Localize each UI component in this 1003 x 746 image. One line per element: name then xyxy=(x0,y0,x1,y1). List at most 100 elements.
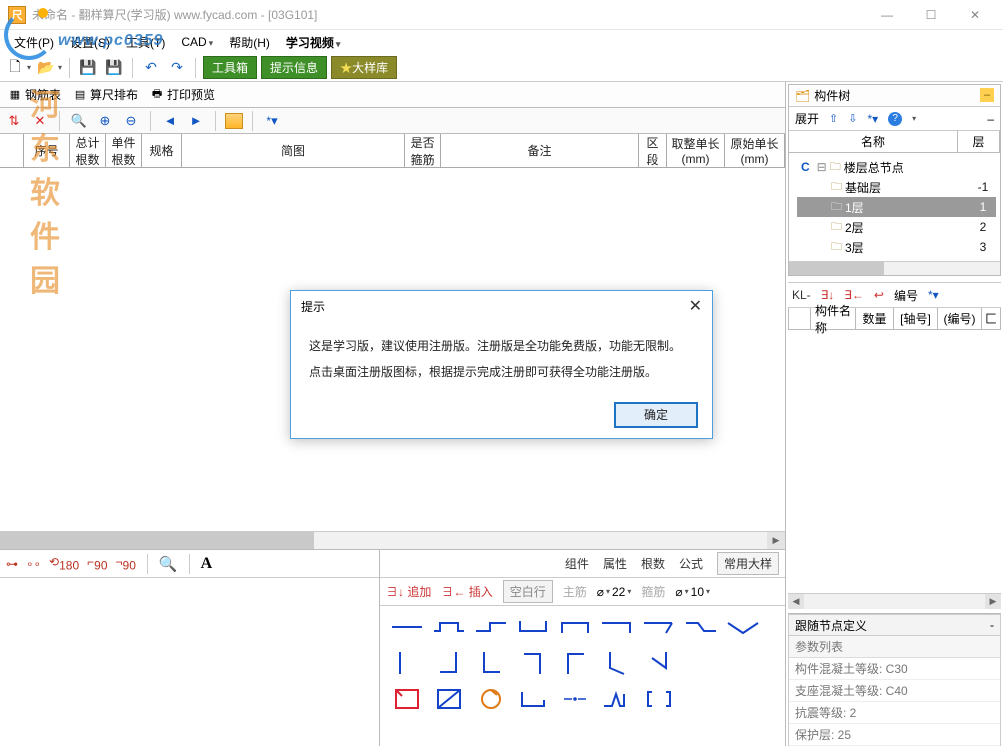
append-button[interactable]: ∃↓ 追加 xyxy=(386,583,431,600)
tree-item-floor3[interactable]: 🗀3层3 xyxy=(797,237,996,257)
kl-star-dropdown[interactable]: *▾ xyxy=(928,288,939,302)
menu-help[interactable]: 帮助(H) xyxy=(221,31,278,54)
kl-scrollbar[interactable]: ◀▶ xyxy=(788,593,1001,609)
tab-count[interactable]: 根数 xyxy=(641,555,665,572)
save-as-icon[interactable]: 💾 xyxy=(103,57,125,79)
node-icon-2[interactable]: ∘∘ xyxy=(26,557,41,571)
save-icon[interactable]: 💾 xyxy=(77,57,99,79)
dialog-line2: 点击桌面注册版图标，根据提示完成注册即可获得全功能注册版。 xyxy=(309,359,694,385)
angle-90a[interactable]: ⌐90 xyxy=(87,555,107,572)
close-button[interactable]: ✕ xyxy=(955,3,995,27)
shape-u[interactable] xyxy=(512,612,554,642)
angle-180[interactable]: ⟲180 xyxy=(49,555,79,572)
hint-info-button[interactable]: 提示信息 xyxy=(261,56,327,79)
kl-back-icon[interactable]: ↩ xyxy=(874,288,884,302)
stirrup-diameter[interactable]: ⌀▾ 10 ▾ xyxy=(675,585,710,599)
param-cover[interactable]: 保护层: 25 xyxy=(789,724,1000,746)
calendar-icon[interactable] xyxy=(225,113,243,129)
preview-canvas[interactable] xyxy=(0,578,379,746)
insert-button[interactable]: ∃← 插入 xyxy=(441,583,492,600)
horizontal-scrollbar[interactable]: ▶ xyxy=(0,531,785,549)
tree-root[interactable]: C⊟ 🗀 楼层总节点 xyxy=(797,157,996,177)
tree-scrollbar[interactable] xyxy=(789,261,1000,275)
menu-tools[interactable]: 工具(T) xyxy=(118,31,173,54)
shape-bar-v[interactable] xyxy=(386,648,428,678)
shape-v[interactable] xyxy=(722,612,764,642)
shape-open-u[interactable] xyxy=(512,684,554,714)
shape-dash[interactable] xyxy=(554,684,596,714)
shape-l2[interactable] xyxy=(470,648,512,678)
shape-n[interactable] xyxy=(554,612,596,642)
kl-body[interactable] xyxy=(788,330,1001,593)
tab-formula[interactable]: 公式 xyxy=(679,555,703,572)
tab-preset[interactable]: 常用大样 xyxy=(717,552,779,575)
shape-l-down[interactable] xyxy=(596,612,638,642)
next-icon[interactable]: ► xyxy=(186,111,206,131)
zoom-out-icon[interactable]: ⊖ xyxy=(121,111,141,131)
menu-file[interactable]: 文件(P) xyxy=(6,31,62,54)
shape-diag1[interactable] xyxy=(596,648,638,678)
tree-item-basement[interactable]: 🗀基础层-1 xyxy=(797,177,996,197)
shape-rect-diag[interactable] xyxy=(428,684,470,714)
tab-rebar-table[interactable]: ▦钢筋表 xyxy=(4,83,65,106)
shape-z[interactable] xyxy=(680,612,722,642)
minimize-button[interactable]: — xyxy=(867,3,907,27)
shape-hook-s[interactable] xyxy=(428,612,470,642)
open-file-icon[interactable]: 📂 xyxy=(35,57,57,79)
redo-icon[interactable]: ↷ xyxy=(166,57,188,79)
shape-line[interactable] xyxy=(386,612,428,642)
mainbar-diameter[interactable]: ⌀▾ 22 ▾ xyxy=(597,585,632,599)
kl-insert-icon[interactable]: ∃← xyxy=(844,288,864,302)
move-up-icon[interactable]: ⇧ xyxy=(829,112,838,125)
panel-minimize[interactable]: – xyxy=(980,88,994,102)
shape-bracket[interactable] xyxy=(638,684,680,714)
zoom-icon[interactable]: 🔍 xyxy=(69,111,89,131)
maximize-button[interactable]: ☐ xyxy=(911,3,951,27)
dialog-close-icon[interactable]: ✕ xyxy=(689,296,702,316)
move-down-icon[interactable]: ⇩ xyxy=(848,112,857,125)
prev-icon[interactable]: ◄ xyxy=(160,111,180,131)
shape-diag2[interactable] xyxy=(638,648,680,678)
shape-l1[interactable] xyxy=(428,648,470,678)
toolbox-button[interactable]: 工具箱 xyxy=(203,56,257,79)
delete-icon[interactable]: ✕ xyxy=(30,111,50,131)
tab-attribute[interactable]: 属性 xyxy=(603,555,627,572)
zoom-in-icon[interactable]: ⊕ xyxy=(95,111,115,131)
node-icon[interactable]: ⊶ xyxy=(6,557,18,571)
tree[interactable]: C⊟ 🗀 楼层总节点 🗀基础层-1 🗀1层1 🗀2层2 🗀3层3 xyxy=(789,153,1000,261)
dialog-ok-button[interactable]: 确定 xyxy=(614,402,698,428)
shape-l-up[interactable] xyxy=(638,612,680,642)
shape-zig[interactable] xyxy=(596,684,638,714)
shape-circle[interactable] xyxy=(470,684,512,714)
tab-print-preview[interactable]: 🖶打印预览 xyxy=(146,83,219,106)
th-spec: 规格 xyxy=(142,134,182,167)
shape-l3[interactable] xyxy=(512,648,554,678)
new-file-icon[interactable]: 🗋 xyxy=(4,57,26,79)
sort-icon[interactable]: ⇅ xyxy=(4,111,24,131)
expand-button[interactable]: 展开 xyxy=(795,110,819,127)
tab-layout[interactable]: ▤算尺排布 xyxy=(69,83,142,106)
param-concrete-member[interactable]: 构件混凝土等级: C30 xyxy=(789,658,1000,680)
tree-item-floor1[interactable]: 🗀1层1 xyxy=(797,197,996,217)
shape-rect-red[interactable] xyxy=(386,684,428,714)
param-concrete-support[interactable]: 支座混凝土等级: C40 xyxy=(789,680,1000,702)
shape-step[interactable] xyxy=(470,612,512,642)
undo-icon[interactable]: ↶ xyxy=(140,57,162,79)
menu-video[interactable]: 学习视频▾ xyxy=(278,31,349,54)
kl-append-icon[interactable]: ∃↓ xyxy=(821,288,835,302)
shape-l4[interactable] xyxy=(554,648,596,678)
angle-90b[interactable]: ¬90 xyxy=(116,555,136,572)
sample-lib-button[interactable]: ★大样库 xyxy=(331,56,397,79)
follow-collapse[interactable]: - xyxy=(990,618,994,632)
magnify-icon[interactable]: 🔍 xyxy=(159,555,178,573)
blank-row-button[interactable]: 空白行 xyxy=(503,580,553,603)
wildcard-icon[interactable]: *▾ xyxy=(262,111,282,131)
star-dropdown[interactable]: *▾ xyxy=(867,112,878,126)
tree-item-floor2[interactable]: 🗀2层2 xyxy=(797,217,996,237)
menu-cad[interactable]: CAD▾ xyxy=(173,32,221,52)
text-icon[interactable]: A xyxy=(201,555,213,573)
menu-settings[interactable]: 设置(S) xyxy=(62,31,118,54)
help-icon[interactable]: ? xyxy=(888,112,902,126)
tab-component[interactable]: 组件 xyxy=(565,555,589,572)
param-seismic[interactable]: 抗震等级: 2 xyxy=(789,702,1000,724)
